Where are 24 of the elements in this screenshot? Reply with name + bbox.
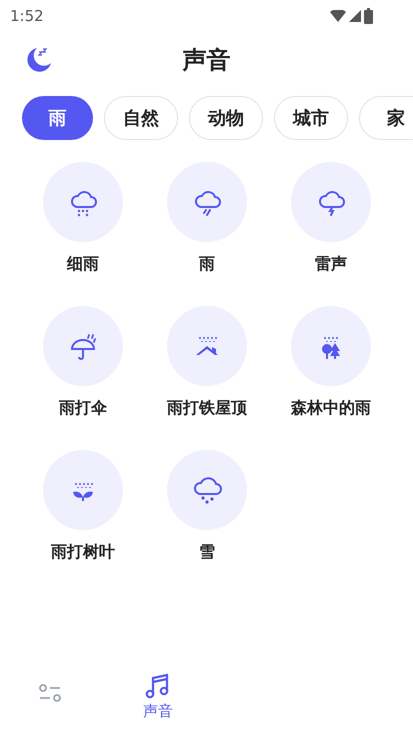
- nav-tab[interactable]: [37, 682, 63, 704]
- sound-label: 雪: [199, 541, 215, 563]
- page-title: 声音: [182, 45, 230, 76]
- sound-label: 雷声: [315, 253, 347, 275]
- sleeping-moon-icon[interactable]: [25, 46, 53, 74]
- sound-label: 雨: [199, 253, 215, 275]
- wifi-icon: [330, 10, 346, 22]
- sound-label: 雨打铁屋顶: [167, 397, 247, 419]
- category-tab[interactable]: 自然: [104, 96, 178, 140]
- sound-label: 雨打树叶: [51, 541, 115, 563]
- category-tab[interactable]: 家: [359, 96, 413, 140]
- cloud-snow-icon: [192, 475, 222, 505]
- nav-tab[interactable]: 声音: [143, 672, 173, 722]
- umbrella-icon: [68, 331, 98, 361]
- category-tab[interactable]: 城市: [274, 96, 348, 140]
- sound-label: 森林中的雨: [291, 397, 371, 419]
- signal-icon: [349, 10, 361, 22]
- battery-icon: [364, 8, 373, 24]
- status-time: 1:52: [10, 6, 44, 27]
- sound-label: 雨打伞: [59, 397, 107, 419]
- music-note-icon: [145, 672, 171, 700]
- category-tab[interactable]: 动物: [189, 96, 263, 140]
- sound-label: 细雨: [67, 253, 99, 275]
- category-tab[interactable]: 雨: [22, 96, 93, 140]
